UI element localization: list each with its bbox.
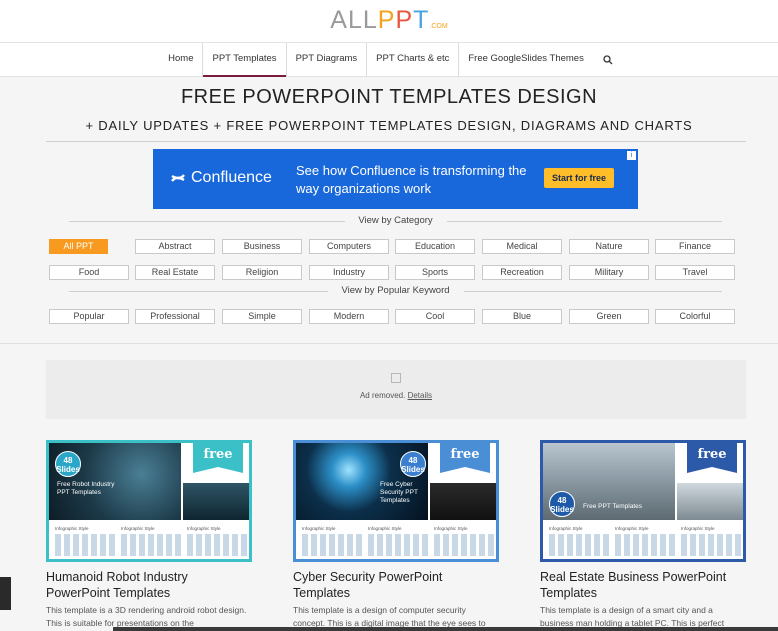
thumbnail-mini: Infographic Style xyxy=(302,526,362,556)
category-title: View by Category xyxy=(344,215,447,227)
nav-ppt-diagrams[interactable]: PPT Diagrams xyxy=(285,43,367,77)
free-ribbon: free xyxy=(687,443,737,473)
thumbnail-title: Free PPT Templates xyxy=(583,503,643,510)
category-chip[interactable]: Nature xyxy=(569,239,649,254)
thumbnail-bottom: Infographic Style Infographic Style Info… xyxy=(49,522,249,559)
ad-banner[interactable]: Confluence See how Confluence is transfo… xyxy=(153,149,638,209)
thumbnail-side xyxy=(677,483,743,520)
confluence-logo-icon xyxy=(171,174,185,182)
thumbnail-bottom: Infographic Style Infographic Style Info… xyxy=(296,522,496,559)
free-ribbon: free xyxy=(440,443,490,473)
category-heading: View by Category xyxy=(69,215,722,227)
category-chip[interactable]: Education xyxy=(395,239,475,254)
ad-info-icon[interactable]: i xyxy=(627,151,636,160)
ad-cta-button[interactable]: Start for free xyxy=(544,168,614,188)
page-subtitle: + DAILY UPDATES + FREE POWERPOINT TEMPLA… xyxy=(85,118,693,133)
keyword-chip[interactable]: Popular xyxy=(49,309,129,324)
thumbnail-title: Free Cyber Security PPT Templates xyxy=(380,481,418,504)
keyword-chip[interactable]: Colorful xyxy=(655,309,735,324)
category-chip[interactable]: Business xyxy=(222,239,302,254)
thumbnail-side xyxy=(183,483,249,520)
thumbnail-title: Free Robot Industry PPT Templates xyxy=(57,481,115,496)
keyword-chip[interactable]: Simple xyxy=(222,309,302,324)
template-title[interactable]: Humanoid Robot Industry PowerPoint Templ… xyxy=(46,569,252,601)
category-chip[interactable]: Travel xyxy=(655,265,735,280)
ad-brand-name: Confluence xyxy=(191,169,272,186)
thumbnail-side xyxy=(430,483,496,520)
keyword-chip[interactable]: Cool xyxy=(395,309,475,324)
horizontal-scrollbar[interactable] xyxy=(113,627,778,631)
site-logo[interactable]: ALLPPT.COM xyxy=(0,6,778,35)
keyword-chip[interactable]: Blue xyxy=(482,309,562,324)
category-chip[interactable]: Religion xyxy=(222,265,302,280)
keyword-heading: View by Popular Keyword xyxy=(69,285,722,297)
template-title[interactable]: Real Estate Business PowerPoint Template… xyxy=(540,569,746,601)
category-chip[interactable]: Medical xyxy=(482,239,562,254)
nav-googleslides-themes[interactable]: Free GoogleSlides Themes xyxy=(458,43,592,77)
template-thumbnail[interactable]: free 48 Slides Free Robot Industry PPT T… xyxy=(46,440,252,562)
category-chip[interactable]: Computers xyxy=(309,239,389,254)
keyword-chip[interactable]: Modern xyxy=(309,309,389,324)
slides-badge: 48 Slides xyxy=(400,451,426,477)
thumbnail-mini: Infographic Style xyxy=(615,526,675,556)
thumbnail-mini: Infographic Style xyxy=(549,526,609,556)
category-chip[interactable]: Finance xyxy=(655,239,735,254)
category-chip-all-ppt[interactable]: All PPT xyxy=(49,239,108,254)
free-ribbon: free xyxy=(193,443,243,473)
ad-placeholder-icon xyxy=(391,373,401,383)
template-title[interactable]: Cyber Security PowerPoint Templates xyxy=(293,569,499,601)
template-card[interactable]: free 48 Slides Free Robot Industry PPT T… xyxy=(46,440,252,630)
thumbnail-mini: Infographic Style xyxy=(187,526,247,556)
category-chip[interactable]: Sports xyxy=(395,265,475,280)
thumbnail-mini: Infographic Style xyxy=(368,526,428,556)
search-icon[interactable] xyxy=(597,43,619,77)
ad-details-link[interactable]: Details xyxy=(408,391,432,400)
nav-home[interactable]: Home xyxy=(159,43,202,77)
template-card[interactable]: free 48 Slides Free Cyber Security PPT T… xyxy=(293,440,499,630)
category-chip[interactable]: Real Estate xyxy=(135,265,215,280)
ad-message: See how Confluence is transforming the w… xyxy=(296,163,527,196)
category-chip[interactable]: Military xyxy=(569,265,649,280)
main-nav: Home PPT Templates PPT Diagrams PPT Char… xyxy=(0,43,778,77)
template-thumbnail[interactable]: free 48 Slides Free Cyber Security PPT T… xyxy=(293,440,499,562)
slides-badge: 48 Slides xyxy=(55,451,81,477)
side-tab-button[interactable] xyxy=(0,577,11,610)
site-header: ALLPPT.COM Home PPT Templates PPT Diagra… xyxy=(0,0,778,77)
category-chip[interactable]: Industry xyxy=(309,265,389,280)
ad-removed-text: Ad removed. Details xyxy=(359,391,433,400)
slides-badge: 48 Slides xyxy=(549,491,575,517)
template-thumbnail[interactable]: free 48 Slides Free PPT Templates Infogr… xyxy=(540,440,746,562)
ad-brand: Confluence xyxy=(171,169,272,187)
divider xyxy=(46,141,746,142)
thumbnail-mini: Infographic Style xyxy=(434,526,494,556)
page-title: FREE POWERPOINT TEMPLATES DESIGN xyxy=(180,86,598,108)
thumbnail-mini: Infographic Style xyxy=(121,526,181,556)
thumbnail-mini: Infographic Style xyxy=(55,526,115,556)
ad-removed-box: Ad removed. Details xyxy=(46,360,746,419)
category-chip[interactable]: Abstract xyxy=(135,239,215,254)
category-chip[interactable]: Food xyxy=(49,265,129,280)
keyword-chip[interactable]: Green xyxy=(569,309,649,324)
nav-ppt-charts[interactable]: PPT Charts & etc xyxy=(366,43,458,77)
keyword-chip[interactable]: Professional xyxy=(135,309,215,324)
nav-ppt-templates[interactable]: PPT Templates xyxy=(202,43,286,77)
section-divider xyxy=(0,343,778,344)
keyword-title: View by Popular Keyword xyxy=(327,285,464,297)
thumbnail-mini: Infographic Style xyxy=(681,526,741,556)
category-chip[interactable]: Recreation xyxy=(482,265,562,280)
template-card[interactable]: free 48 Slides Free PPT Templates Infogr… xyxy=(540,440,746,630)
thumbnail-bottom: Infographic Style Infographic Style Info… xyxy=(543,522,743,559)
